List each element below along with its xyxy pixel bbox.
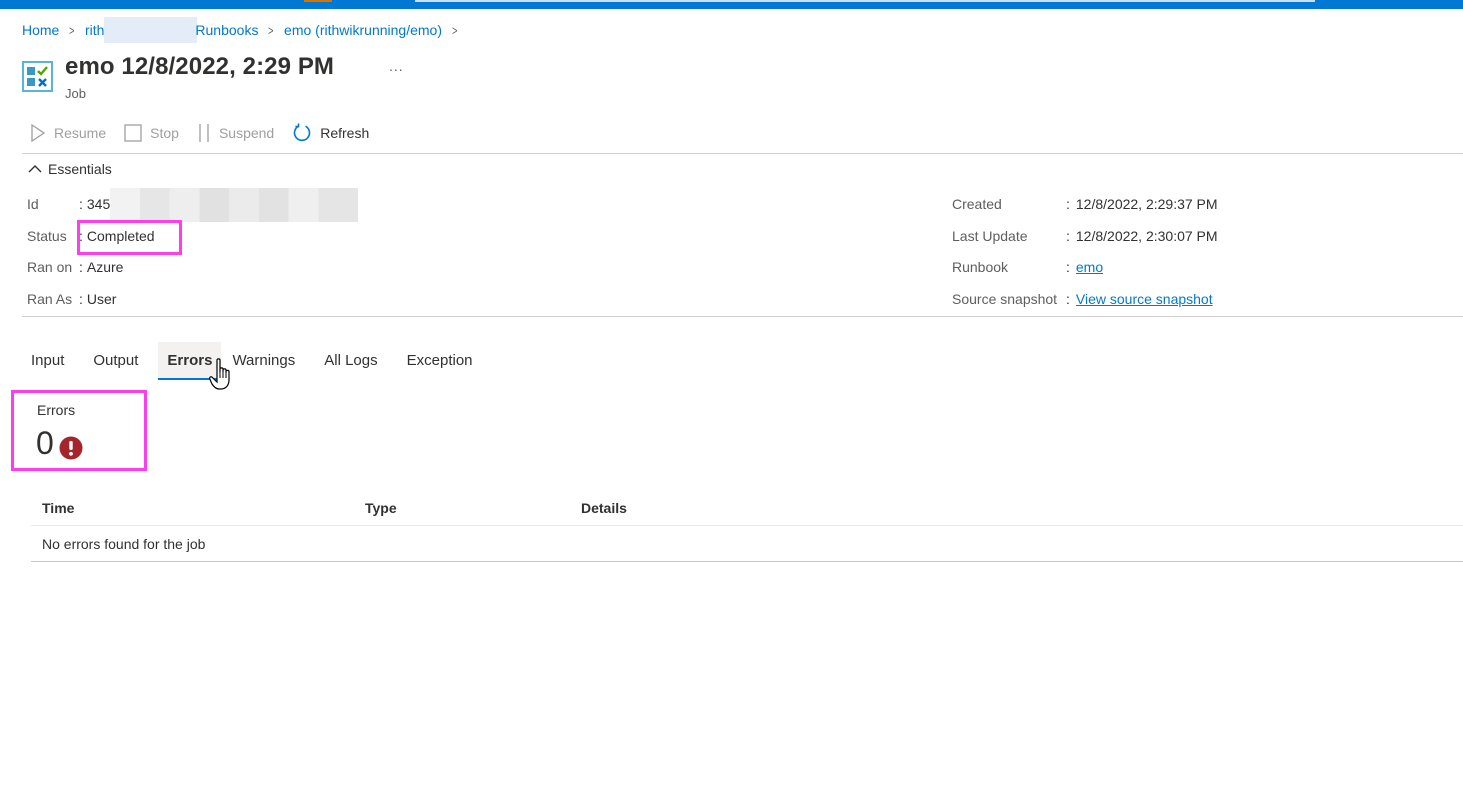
essentials-left-column: Id : 345 Status : Completed Ran on : Azu… bbox=[27, 188, 359, 323]
portal-top-bar bbox=[0, 0, 1463, 9]
view-source-snapshot-link[interactable]: View source snapshot bbox=[1076, 291, 1213, 307]
resume-button[interactable]: Resume bbox=[30, 124, 106, 142]
last-update-value: 12/8/2022, 2:30:07 PM bbox=[1075, 227, 1218, 244]
top-bar-accent bbox=[304, 0, 332, 2]
last-update-label: Last Update bbox=[952, 227, 1028, 244]
essentials-row-ran-on: Ran on : Azure bbox=[27, 259, 358, 291]
suspend-label: Suspend bbox=[218, 125, 275, 141]
tab-output[interactable]: Output bbox=[84, 342, 147, 380]
tab-input[interactable]: Input bbox=[22, 342, 73, 380]
essentials-row-status: Status : Completed bbox=[27, 228, 358, 260]
ran-on-value: Azure bbox=[86, 259, 124, 275]
empty-state-row: No errors found for the job bbox=[31, 526, 1463, 562]
job-tabs: Input Output Errors Warnings All Logs Ex… bbox=[22, 342, 493, 380]
ran-as-value: User bbox=[86, 290, 117, 307]
essentials-row-last-update: Last Update : 12/8/2022, 2:30:07 PM bbox=[952, 228, 1218, 260]
essentials-toggle[interactable]: Essentials bbox=[28, 161, 112, 177]
runbook-label: Runbook bbox=[952, 259, 1009, 275]
essentials-label: Essentials bbox=[48, 161, 112, 177]
empty-state-message: No errors found for the job bbox=[42, 535, 206, 552]
resume-label: Resume bbox=[54, 125, 107, 141]
stop-icon bbox=[124, 124, 142, 142]
essentials-right-column: Created : 12/8/2022, 2:29:37 PM Last Upd… bbox=[952, 196, 1218, 322]
page-title: emo 12/8/2022, 2:29 PM bbox=[65, 53, 335, 80]
essentials-row-id: Id : 345 bbox=[27, 188, 359, 228]
refresh-icon bbox=[292, 123, 312, 143]
separator: : bbox=[1066, 290, 1070, 307]
refresh-button[interactable]: Refresh bbox=[292, 123, 369, 143]
job-checklist-icon bbox=[22, 61, 53, 92]
page-subtitle: Job bbox=[65, 86, 86, 101]
separator: : bbox=[1066, 227, 1070, 244]
tab-exception[interactable]: Exception bbox=[398, 342, 482, 380]
page-header: emo 12/8/2022, 2:29 PM Job bbox=[22, 52, 334, 101]
separator: : bbox=[79, 196, 83, 212]
separator: : bbox=[1066, 259, 1070, 275]
pause-icon bbox=[197, 124, 211, 142]
error-alert-icon bbox=[59, 436, 83, 460]
column-header-type[interactable]: Type bbox=[354, 500, 570, 516]
id-label: Id bbox=[27, 196, 39, 212]
essentials-row-ran-as: Ran As : User bbox=[27, 291, 358, 323]
essentials-row-source-snapshot: Source snapshot : View source snapshot bbox=[952, 291, 1218, 323]
essentials-row-runbook: Runbook : emo bbox=[952, 259, 1218, 291]
tab-warnings[interactable]: Warnings bbox=[223, 342, 304, 380]
more-options-button[interactable]: ... bbox=[389, 58, 404, 74]
essentials-row-created: Created : 12/8/2022, 2:29:37 PM bbox=[952, 196, 1218, 228]
essentials-divider bbox=[22, 316, 1463, 317]
command-bar: Resume Stop Suspend Refresh bbox=[30, 122, 387, 144]
stop-label: Stop bbox=[150, 125, 179, 141]
tab-errors[interactable]: Errors bbox=[158, 342, 222, 380]
created-value: 12/8/2022, 2:29:37 PM bbox=[1075, 196, 1218, 212]
separator: : bbox=[79, 259, 83, 275]
runbook-link[interactable]: emo bbox=[1076, 259, 1103, 275]
chevron-right-icon: > bbox=[69, 22, 75, 38]
suspend-button[interactable]: Suspend bbox=[197, 124, 274, 142]
id-value: 345 bbox=[86, 196, 111, 212]
column-header-details[interactable]: Details bbox=[570, 500, 627, 516]
stop-button[interactable]: Stop bbox=[124, 124, 179, 142]
separator: : bbox=[79, 290, 83, 307]
errors-summary-label: Errors bbox=[37, 402, 76, 418]
breadcrumb-home[interactable]: Home bbox=[22, 22, 59, 38]
created-label: Created bbox=[952, 196, 1002, 212]
status-label: Status bbox=[27, 227, 67, 244]
global-search-bar[interactable] bbox=[415, 0, 1315, 2]
breadcrumb-runbook-emo[interactable]: emo (rithwikrunning/emo) bbox=[284, 22, 442, 38]
breadcrumb-automation-account[interactable]: rith bbox=[85, 22, 104, 38]
errors-table-header: Time Type Details bbox=[31, 490, 1463, 526]
play-icon bbox=[30, 124, 46, 142]
source-snapshot-label: Source snapshot bbox=[952, 290, 1058, 307]
errors-table: Time Type Details No errors found for th… bbox=[31, 490, 1463, 562]
toolbar-divider bbox=[22, 153, 1463, 154]
column-header-time[interactable]: Time bbox=[31, 500, 354, 516]
chevron-right-icon: > bbox=[452, 22, 458, 38]
refresh-label: Refresh bbox=[320, 125, 370, 141]
errors-count: 0 bbox=[36, 425, 54, 461]
redacted-region bbox=[110, 188, 359, 222]
errors-summary-card: Errors 0 bbox=[14, 393, 144, 467]
chevron-right-icon: > bbox=[268, 22, 274, 38]
ran-on-label: Ran on bbox=[27, 259, 73, 275]
breadcrumb-runbooks[interactable]: Runbooks bbox=[195, 22, 258, 38]
status-value: Completed bbox=[86, 227, 155, 244]
chevron-up-icon bbox=[28, 165, 42, 173]
separator: : bbox=[79, 227, 83, 244]
breadcrumb: Home > rith Runbooks > emo (rithwikrunni… bbox=[22, 17, 468, 43]
tab-all-logs[interactable]: All Logs bbox=[315, 342, 386, 380]
separator: : bbox=[1066, 196, 1070, 212]
ran-as-label: Ran As bbox=[27, 290, 73, 307]
redacted-region bbox=[104, 17, 198, 43]
